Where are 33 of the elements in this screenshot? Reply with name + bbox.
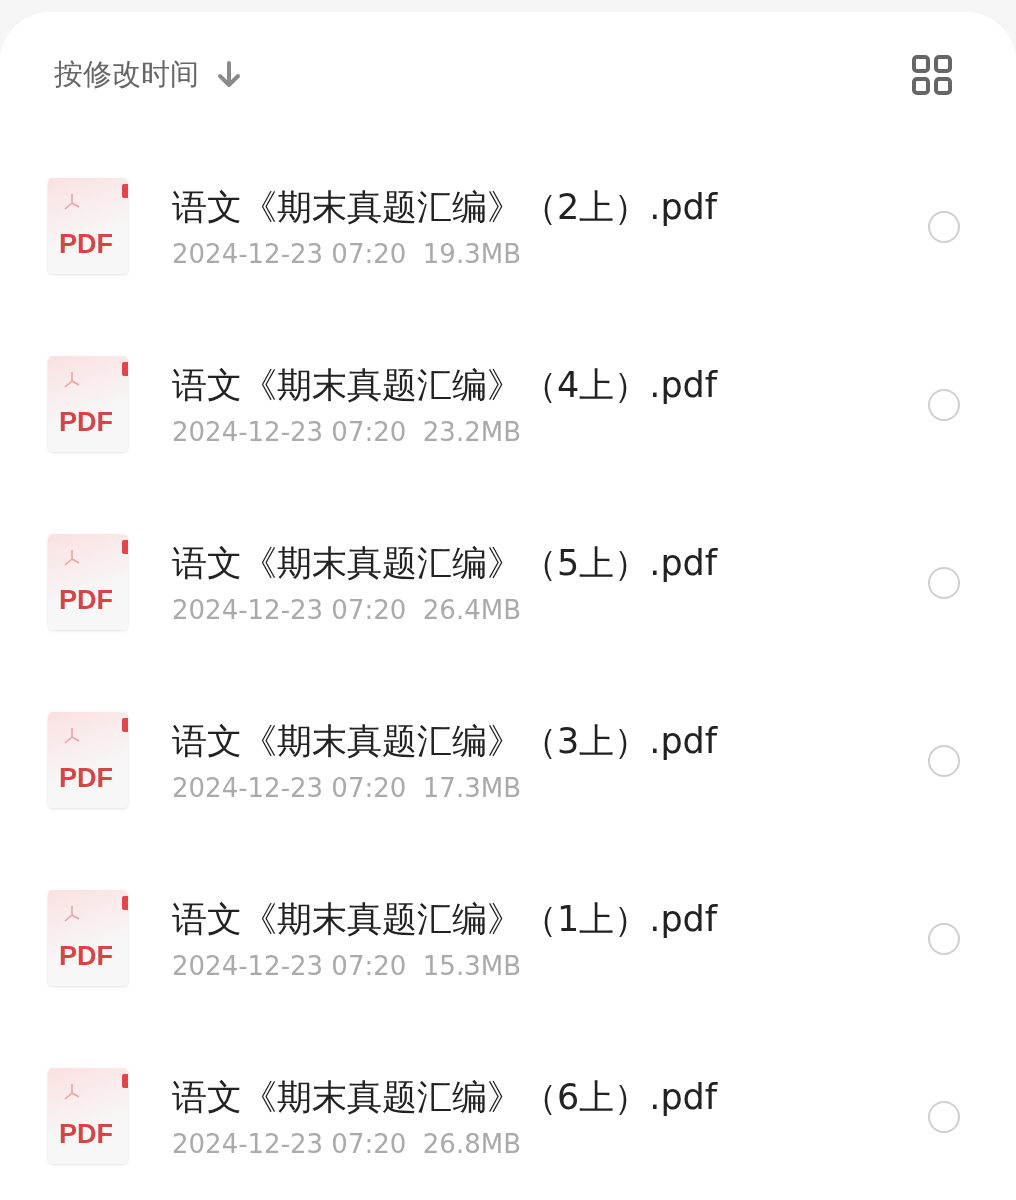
- file-row[interactable]: PDF 语文《期末真题汇编》（5上）.pdf 2024-12-23 07:20 26.4MB: [0, 493, 1016, 671]
- select-radio[interactable]: [928, 745, 960, 777]
- file-name: 语文《期末真题汇编》（4上）.pdf: [172, 363, 719, 407]
- file-row[interactable]: PDF 语文《期末真题汇编》（3上）.pdf 2024-12-23 07:20 17.3MB: [0, 671, 1016, 849]
- file-name: 语文《期末真题汇编》（3上）.pdf: [172, 719, 719, 763]
- file-meta: 2024-12-23 07:20 26.4MB: [172, 594, 522, 625]
- pdf-file-icon: PDF: [48, 1068, 128, 1164]
- file-row[interactable]: PDF 语文《期末真题汇编》（2上）.pdf 2024-12-23 07:20 19.3MB: [0, 137, 1016, 315]
- select-radio[interactable]: [928, 923, 960, 955]
- sort-button[interactable]: 按修改时间: [54, 54, 241, 95]
- file-meta: 2024-12-23 07:20 26.8MB: [172, 1128, 522, 1159]
- pdf-file-icon: PDF: [48, 890, 128, 986]
- pdf-file-icon: PDF: [48, 712, 128, 808]
- file-row[interactable]: PDF 语文《期末真题汇编》（6上）.pdf 2024-12-23 07:20 26.8MB: [0, 1027, 1016, 1200]
- grid-view-icon[interactable]: [912, 54, 952, 95]
- select-radio[interactable]: [928, 1101, 960, 1133]
- file-meta: 2024-12-23 07:20 15.3MB: [172, 950, 522, 981]
- file-meta: 2024-12-23 07:20 23.2MB: [172, 416, 522, 447]
- pdf-file-icon: PDF: [48, 178, 128, 274]
- file-meta: 2024-12-23 07:20 19.3MB: [172, 238, 522, 269]
- down-arrow-icon: [217, 60, 241, 89]
- select-radio[interactable]: [928, 389, 960, 421]
- file-row[interactable]: PDF 语文《期末真题汇编》（4上）.pdf 2024-12-23 07:20 23.2MB: [0, 315, 1016, 493]
- select-radio[interactable]: [928, 211, 960, 243]
- file-name: 语文《期末真题汇编》（2上）.pdf: [172, 185, 719, 229]
- file-row[interactable]: PDF 语文《期末真题汇编》（1上）.pdf 2024-12-23 07:20 15.3MB: [0, 849, 1016, 1027]
- file-name: 语文《期末真题汇编》（6上）.pdf: [172, 1075, 719, 1119]
- pdf-file-icon: PDF: [48, 356, 128, 452]
- select-radio[interactable]: [928, 567, 960, 599]
- pdf-file-icon: PDF: [48, 534, 128, 630]
- file-meta: 2024-12-23 07:20 17.3MB: [172, 772, 522, 803]
- file-name: 语文《期末真题汇编》（5上）.pdf: [172, 541, 719, 585]
- file-name: 语文《期末真题汇编》（1上）.pdf: [172, 897, 719, 941]
